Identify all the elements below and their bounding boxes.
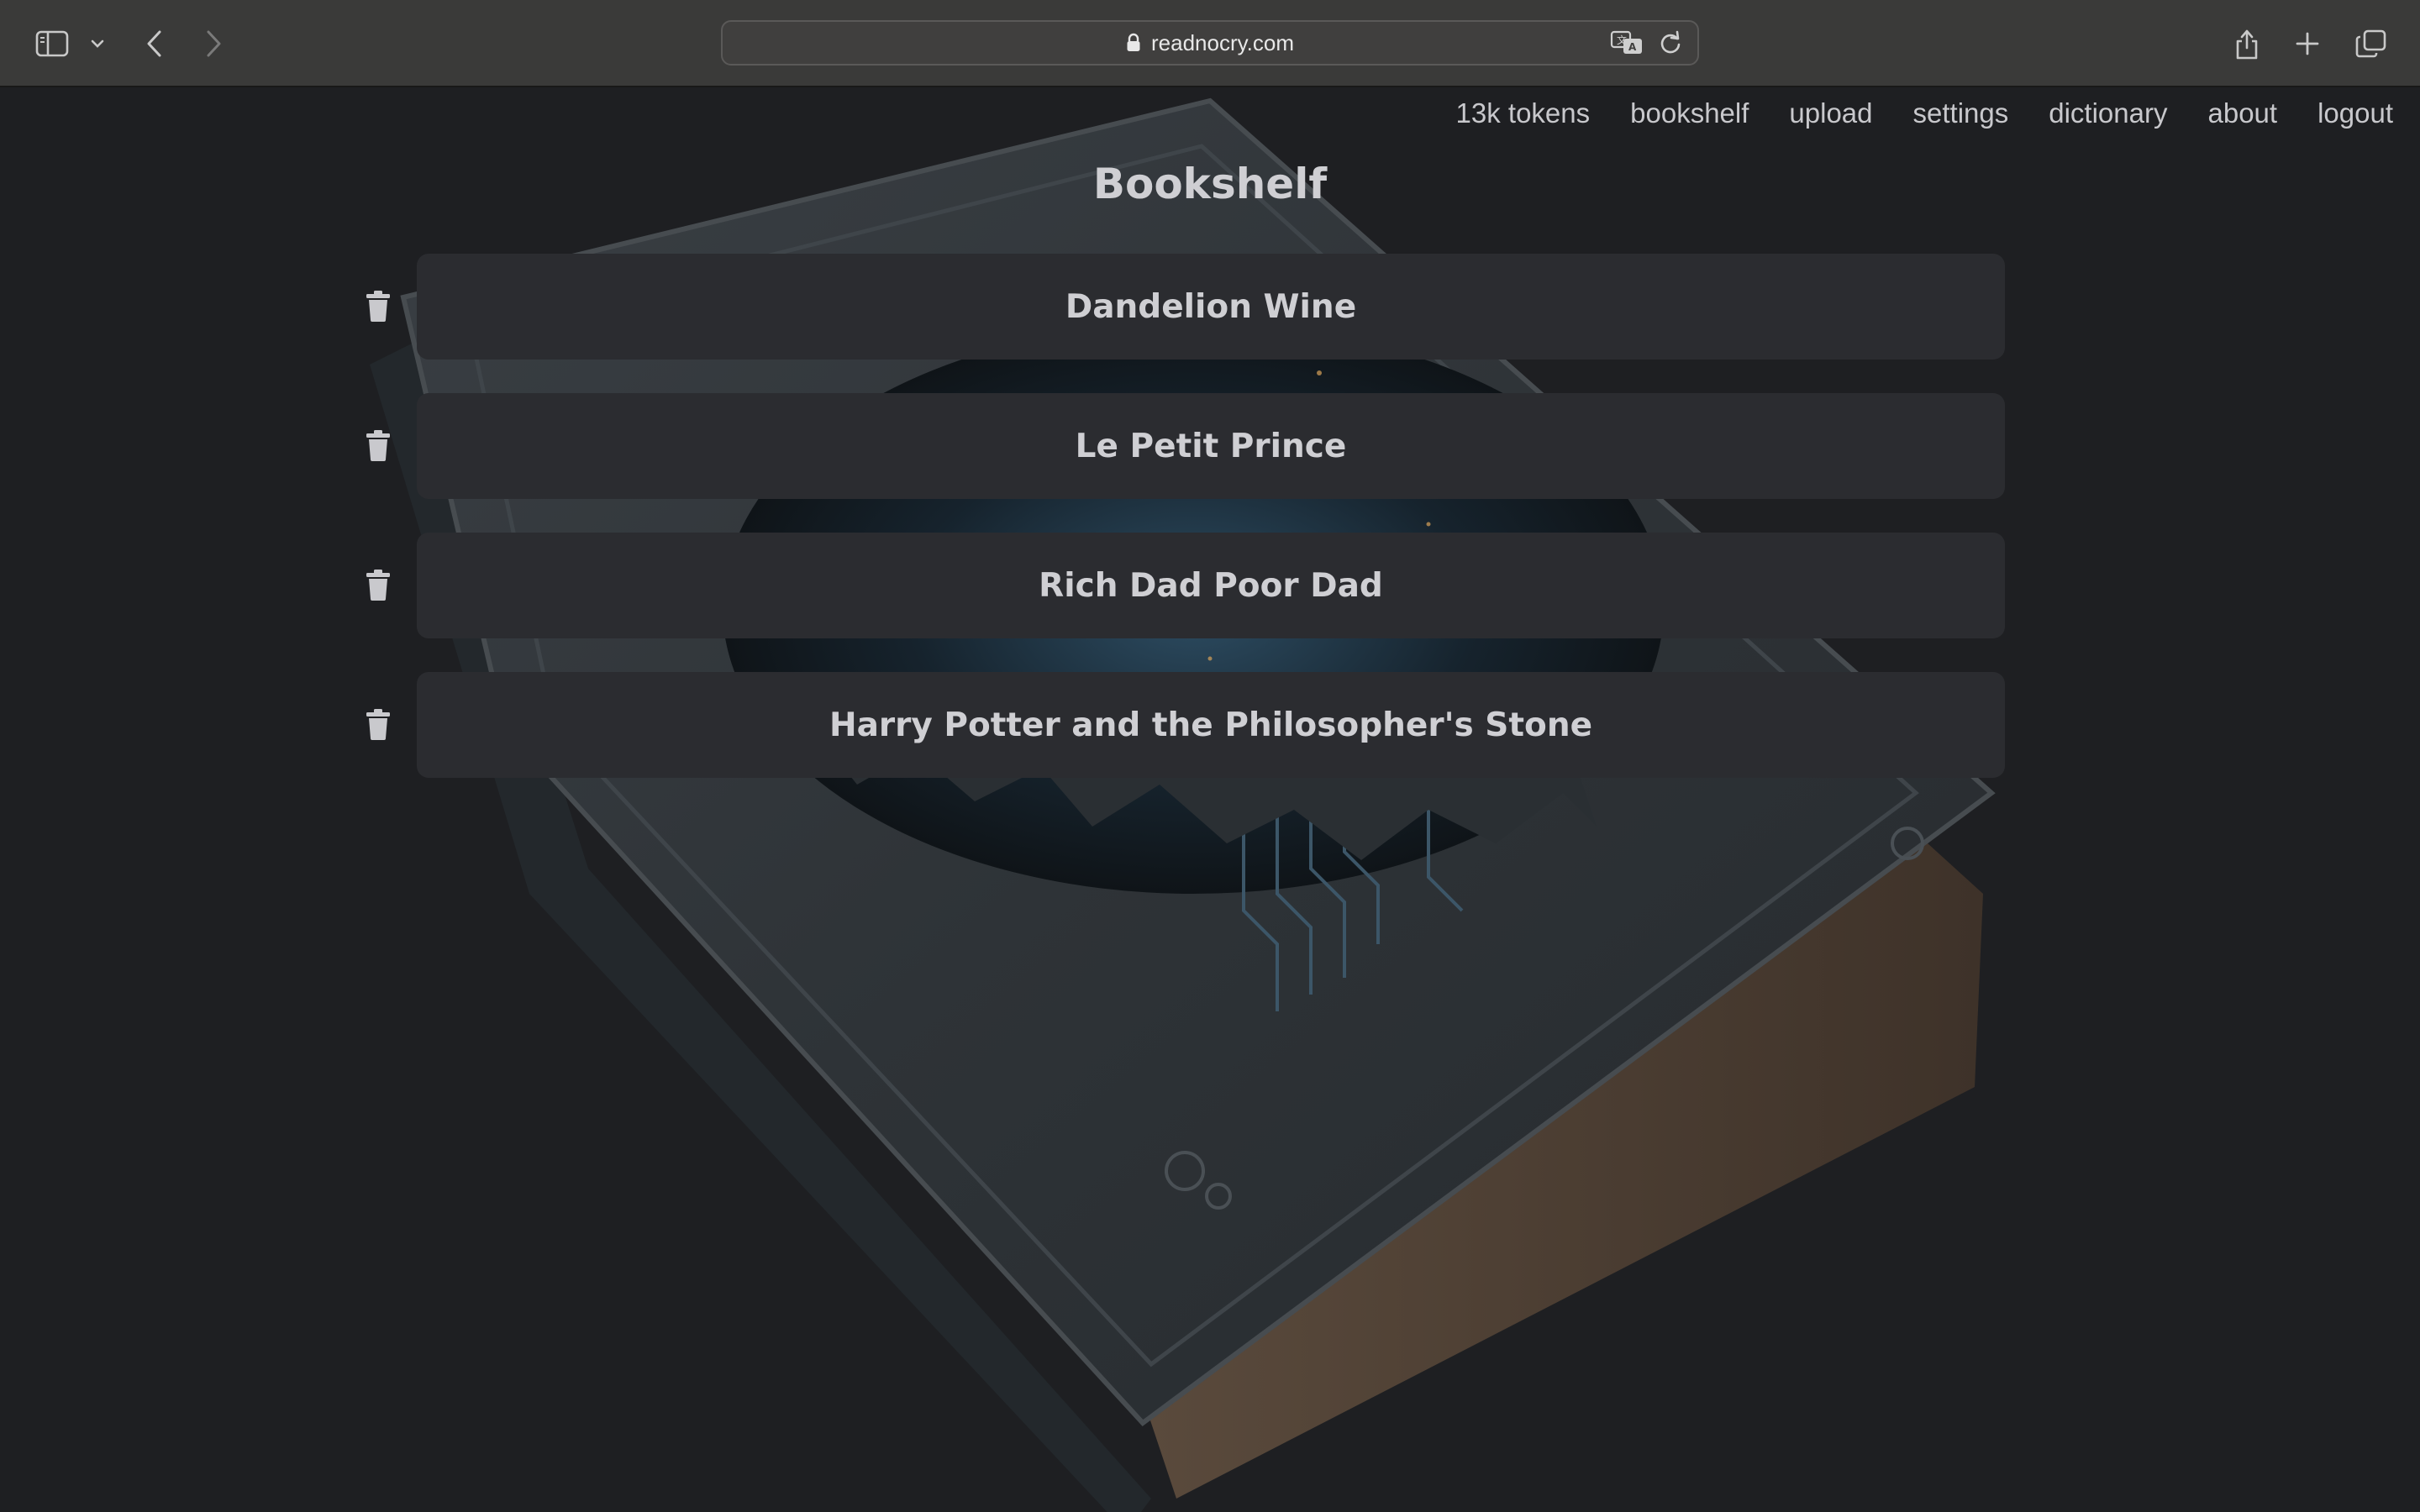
list-item: Le Petit Prince <box>353 393 2033 499</box>
list-item: Harry Potter and the Philosopher's Stone <box>353 672 2033 778</box>
trash-icon[interactable] <box>363 428 393 462</box>
nav-settings[interactable]: settings <box>1913 97 2009 129</box>
nav-tokens[interactable]: 13k tokens <box>1456 97 1591 129</box>
tab-overview-icon[interactable] <box>2353 22 2390 66</box>
book-card[interactable]: Rich Dad Poor Dad <box>417 533 2005 638</box>
share-icon[interactable] <box>2230 22 2264 66</box>
back-arrow-icon[interactable] <box>139 22 170 66</box>
forward-arrow-icon[interactable] <box>198 22 229 66</box>
book-list: Dandelion Wine Le Petit Prince Rich Dad … <box>353 254 2033 811</box>
address-bar[interactable]: readnocry.com 文 A <box>721 20 1699 66</box>
nav-dictionary[interactable]: dictionary <box>2049 97 2167 129</box>
svg-text:A: A <box>1628 41 1637 53</box>
top-navigation: 13k tokens bookshelf upload settings dic… <box>1456 97 2393 129</box>
book-card[interactable]: Harry Potter and the Philosopher's Stone <box>417 672 2005 778</box>
reload-icon[interactable] <box>1659 30 1682 55</box>
list-item: Dandelion Wine <box>353 254 2033 360</box>
trash-icon[interactable] <box>363 568 393 601</box>
browser-toolbar: readnocry.com 文 A <box>0 0 2420 87</box>
book-card[interactable]: Le Petit Prince <box>417 393 2005 499</box>
svg-text:文: 文 <box>1617 34 1627 46</box>
trash-icon[interactable] <box>363 707 393 741</box>
sidebar-icon[interactable] <box>30 22 74 66</box>
translate-icon[interactable]: 文 A <box>1610 30 1644 55</box>
chevron-down-icon[interactable] <box>87 22 108 66</box>
list-item: Rich Dad Poor Dad <box>353 533 2033 638</box>
page-title: Bookshelf <box>1092 160 1328 208</box>
lock-icon <box>1126 33 1141 53</box>
new-tab-plus-icon[interactable] <box>2291 22 2324 66</box>
nav-upload[interactable]: upload <box>1789 97 1872 129</box>
nav-logout[interactable]: logout <box>2317 97 2393 129</box>
trash-icon[interactable] <box>363 289 393 323</box>
book-card[interactable]: Dandelion Wine <box>417 254 2005 360</box>
nav-about[interactable]: about <box>2207 97 2277 129</box>
nav-bookshelf[interactable]: bookshelf <box>1630 97 1749 129</box>
url-text: readnocry.com <box>1150 29 1295 55</box>
page-content: 13k tokens bookshelf upload settings dic… <box>0 87 2420 1512</box>
